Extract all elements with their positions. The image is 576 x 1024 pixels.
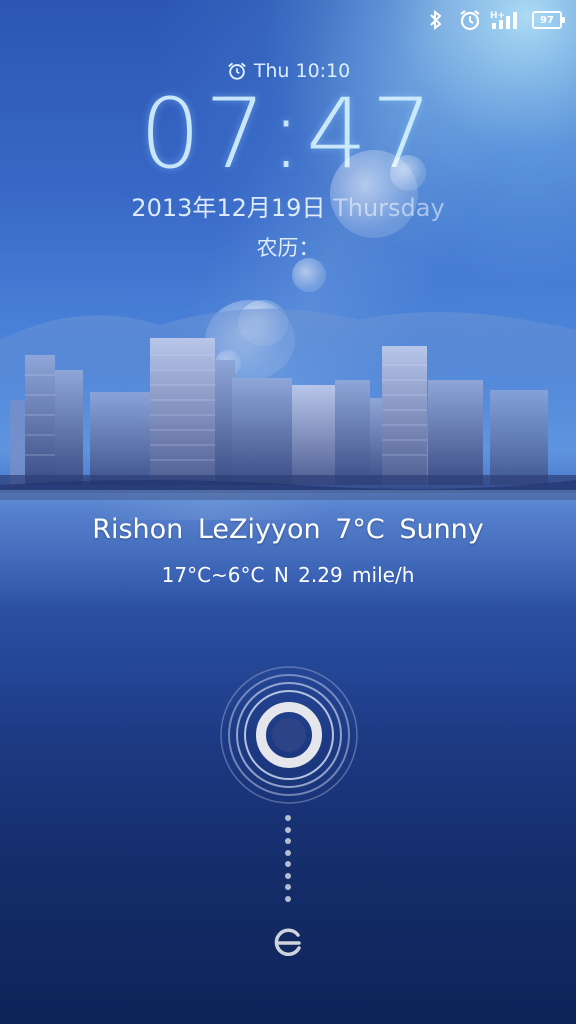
bubble-decoration: [390, 155, 426, 191]
city-skyline-image: [0, 308, 576, 500]
track-dot: [285, 815, 291, 821]
battery-indicator: 97: [532, 11, 565, 29]
track-dot: [285, 838, 291, 844]
miui-logo-icon[interactable]: [272, 926, 304, 958]
svg-text:H+: H+: [490, 11, 505, 21]
clock-time: 07:47: [139, 78, 437, 190]
track-dot: [285, 849, 291, 856]
unlock-ring-icon[interactable]: [219, 665, 359, 805]
track-dot: [285, 861, 291, 867]
date-line: 2013年12月19日 Thursday: [0, 188, 576, 223]
bluetooth-icon: [426, 9, 446, 31]
lunar-date: 农历：: [256, 236, 320, 260]
date-text: 2013年12月19日: [131, 194, 326, 222]
hplus-signal-icon: H+: [490, 9, 522, 31]
unlock-slide-track[interactable]: [283, 815, 293, 910]
status-bar: H+ 97: [0, 0, 576, 40]
alarm-icon: [457, 9, 483, 31]
track-dot: [285, 895, 291, 902]
track-dot: [285, 872, 291, 879]
weather-summary: Rishon LeZiyyon 7°C Sunny: [92, 514, 484, 545]
lockscreen: H+ 97 Thu 10:10 07:47 2013年12月19日 Thursd…: [0, 0, 576, 1024]
track-dot: [285, 826, 291, 833]
water-reflection: [0, 490, 576, 610]
track-dot: [285, 884, 291, 890]
weather-details: 17°C~6°C N 2.29 mile/h: [161, 563, 415, 587]
